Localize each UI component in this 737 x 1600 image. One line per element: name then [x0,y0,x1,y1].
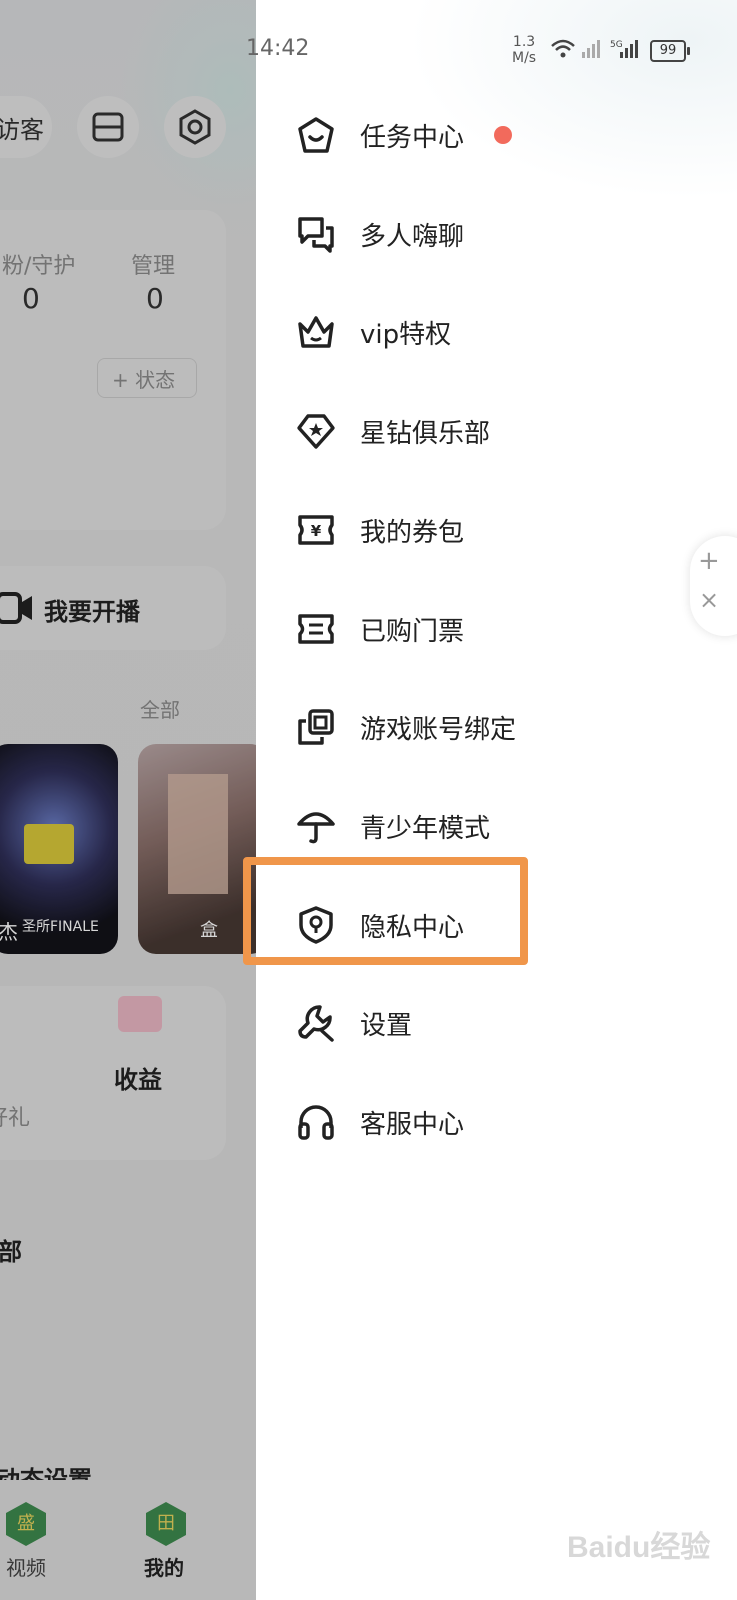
stat-value-admin: 0 [146,282,164,315]
net-speed: 1.3 M/s [512,34,536,66]
nav-video[interactable]: 盛 视频 [0,1502,60,1592]
background-profile-page: 访客 粉/守护 0 管理 0 + 状态 我要开播 全部 杰 圣所FINALE 盒… [0,0,256,1600]
svg-text:5G: 5G [610,40,623,50]
gift-label[interactable]: 好礼 [0,1100,30,1132]
video-camera-icon [0,592,32,624]
menu-item-vip[interactable]: vip特权 [256,283,737,381]
crown-icon [296,312,336,352]
wrench-icon [296,1003,336,1043]
stat-value-fans: 0 [22,282,40,315]
earnings-icon [118,996,162,1032]
menu-item-group-chat[interactable]: 多人嗨聊 [256,185,737,283]
diamond-star-icon [296,411,336,451]
menu-item-settings[interactable]: 设置 [256,974,737,1072]
live-cover-1[interactable]: 杰 圣所FINALE [0,744,118,954]
gear-icon [179,109,211,145]
go-live-card[interactable]: 我要开播 [0,566,226,650]
coupon-icon: ¥ [296,510,336,550]
nav-mine-label: 我的 [144,1556,184,1580]
wifi-icon [551,39,575,58]
signal-icon-2: 5G [610,40,638,58]
add-status-label: + 状态 [112,368,176,392]
close-icon[interactable]: × [699,586,719,614]
svg-text:¥: ¥ [311,522,322,540]
pixelated-face [168,774,228,894]
floating-widget[interactable]: + × [690,536,737,636]
notification-dot [494,126,512,144]
link-squares-icon [296,707,336,747]
add-status-button[interactable]: + 状态 [97,358,197,398]
umbrella-icon [296,806,336,846]
settings-button[interactable] [164,96,226,158]
visitor-label: 访客 [0,116,44,144]
menu-button[interactable] [77,96,139,158]
view-all-link[interactable]: 全部 [140,694,180,723]
menu-label-game-account-binding: 游戏账号绑定 [360,714,517,745]
side-drawer: 任务中心 多人嗨聊 vip特权 星钻俱乐部 ¥ 我的券包 已购门票 游戏账号绑定… [256,0,737,1600]
chat-bubbles-icon [296,214,336,254]
headphones-icon [296,1102,336,1142]
menu-label-purchased-tickets: 已购门票 [360,616,465,647]
menu-item-game-account-binding[interactable]: 游戏账号绑定 [256,678,737,776]
net-speed-unit: M/s [512,50,537,66]
menu-icon [92,112,124,142]
nav-mine-icon: 田 [146,1502,186,1546]
stat-label-fans: 粉/守护 [2,254,76,279]
nav-mine[interactable]: 田 我的 [140,1502,200,1592]
menu-label-group-chat: 多人嗨聊 [360,221,465,252]
menu-label-teen-mode: 青少年模式 [360,813,491,844]
status-time: 14:42 [246,36,310,61]
menu-label-star-diamond-club: 星钻俱乐部 [360,418,491,449]
nav-video-label: 视频 [6,1556,46,1580]
menu-label-customer-service: 客服中心 [360,1109,465,1140]
battery-indicator: 99 [650,40,690,62]
club-label[interactable]: 乐部 [0,1232,22,1267]
live-cover-2[interactable]: 盒 [138,744,256,954]
menu-label-task-center: 任务中心 [360,122,465,153]
earnings-label[interactable]: 收益 [114,1060,162,1095]
watermark: Baidu经验 [567,1531,711,1564]
go-live-label: 我要开播 [44,598,140,626]
net-speed-value: 1.3 [512,34,536,50]
signal-icon-1 [582,40,600,58]
menu-item-star-diamond-club[interactable]: 星钻俱乐部 [256,382,737,480]
menu-item-coupons[interactable]: ¥ 我的券包 [256,481,737,579]
cover-caption-1: 杰 [0,920,18,944]
menu-item-customer-service[interactable]: 客服中心 [256,1073,737,1171]
cover-art [24,824,74,864]
star-house-icon [296,115,336,155]
menu-item-task-center[interactable]: 任务中心 [256,86,737,184]
cover-caption-3: 盒 [200,920,218,941]
visitor-pill[interactable]: 访客 [0,96,52,158]
menu-item-purchased-tickets[interactable]: 已购门票 [256,580,737,678]
nav-video-icon: 盛 [6,1502,46,1546]
highlight-box [243,857,528,965]
ticket-icon [296,609,336,649]
menu-label-settings: 设置 [360,1010,413,1041]
services-card [0,986,226,1160]
menu-label-coupons: 我的券包 [360,517,465,548]
bottom-nav: 盛 视频 田 我的 [0,1480,256,1600]
stat-label-admin: 管理 [131,254,176,279]
menu-label-vip: vip特权 [360,319,452,350]
cover-caption-2: 圣所FINALE [22,919,99,935]
plus-icon[interactable]: + [698,546,720,576]
